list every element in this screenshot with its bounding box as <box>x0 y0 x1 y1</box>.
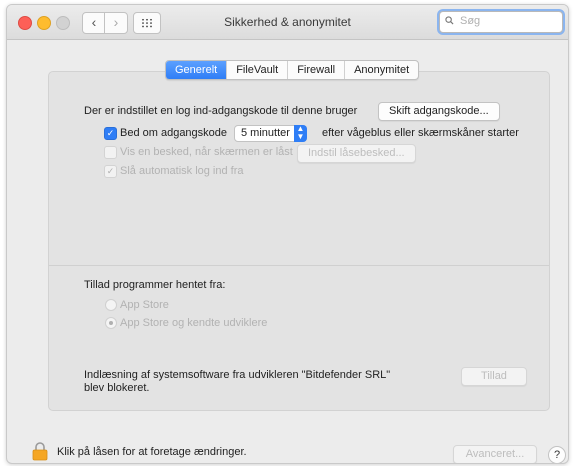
radio-app-store-label: App Store <box>120 299 169 311</box>
password-delay-popup[interactable]: 5 minutter ▲ ▼ <box>234 125 307 142</box>
help-button[interactable]: ? <box>548 446 566 463</box>
checkmark-icon: ✓ <box>106 166 115 176</box>
tab-bar: Generelt FileVault Firewall Anonymitet <box>165 60 420 80</box>
preferences-window: ‹ › Sikkerhed & anonymitet Søg Der er in… <box>6 4 569 464</box>
radio-app-store-known-developers[interactable] <box>105 317 117 329</box>
password-delay-value: 5 minutter <box>241 127 290 139</box>
change-password-button[interactable]: Skift adgangskode... <box>378 102 500 121</box>
advanced-button[interactable]: Avanceret... <box>453 445 537 463</box>
popup-arrows-icon: ▲ ▼ <box>294 125 307 142</box>
blocked-software-text: Indlæsning af systemsoftware fra udvikle… <box>84 369 391 381</box>
radio-known-developers-label: App Store og kendte udviklere <box>120 317 268 329</box>
tab-filevault[interactable]: FileVault <box>226 61 287 79</box>
show-message-label: Vis en besked, når skærmen er låst <box>120 146 293 158</box>
tab-anonymitet[interactable]: Anonymitet <box>344 61 418 79</box>
blocked-software-text-line2: blev blokeret. <box>84 382 150 394</box>
section-divider <box>49 265 549 266</box>
allow-button[interactable]: Tillad <box>461 367 527 386</box>
search-field[interactable]: Søg <box>439 11 563 33</box>
disable-autologin-checkbox[interactable]: ✓ <box>104 165 117 178</box>
require-password-suffix: efter vågeblus eller skærmskåner starter <box>322 127 519 139</box>
general-panel: Der er indstillet en log ind-adgangskode… <box>48 71 550 411</box>
titlebar: ‹ › Sikkerhed & anonymitet Søg <box>7 5 568 40</box>
require-password-label: Bed om adgangskode <box>120 127 228 139</box>
allow-apps-heading: Tillad programmer hentet fra: <box>84 279 226 291</box>
require-password-checkbox[interactable]: ✓ <box>104 127 117 140</box>
search-icon <box>445 16 454 25</box>
lock-icon[interactable] <box>32 441 48 461</box>
tab-generelt[interactable]: Generelt <box>166 61 227 79</box>
help-icon: ? <box>553 449 561 461</box>
disable-autologin-label: Slå automatisk log ind fra <box>120 165 244 177</box>
set-lock-message-button[interactable]: Indstil låsebesked... <box>297 144 416 163</box>
tab-firewall[interactable]: Firewall <box>287 61 344 79</box>
lock-hint-text: Klik på låsen for at foretage ændringer. <box>57 446 247 458</box>
radio-app-store[interactable] <box>105 299 117 311</box>
checkmark-icon: ✓ <box>106 128 115 138</box>
password-set-text: Der er indstillet en log ind-adgangskode… <box>84 105 358 117</box>
search-placeholder: Søg <box>460 15 481 27</box>
show-message-checkbox[interactable] <box>104 146 117 159</box>
